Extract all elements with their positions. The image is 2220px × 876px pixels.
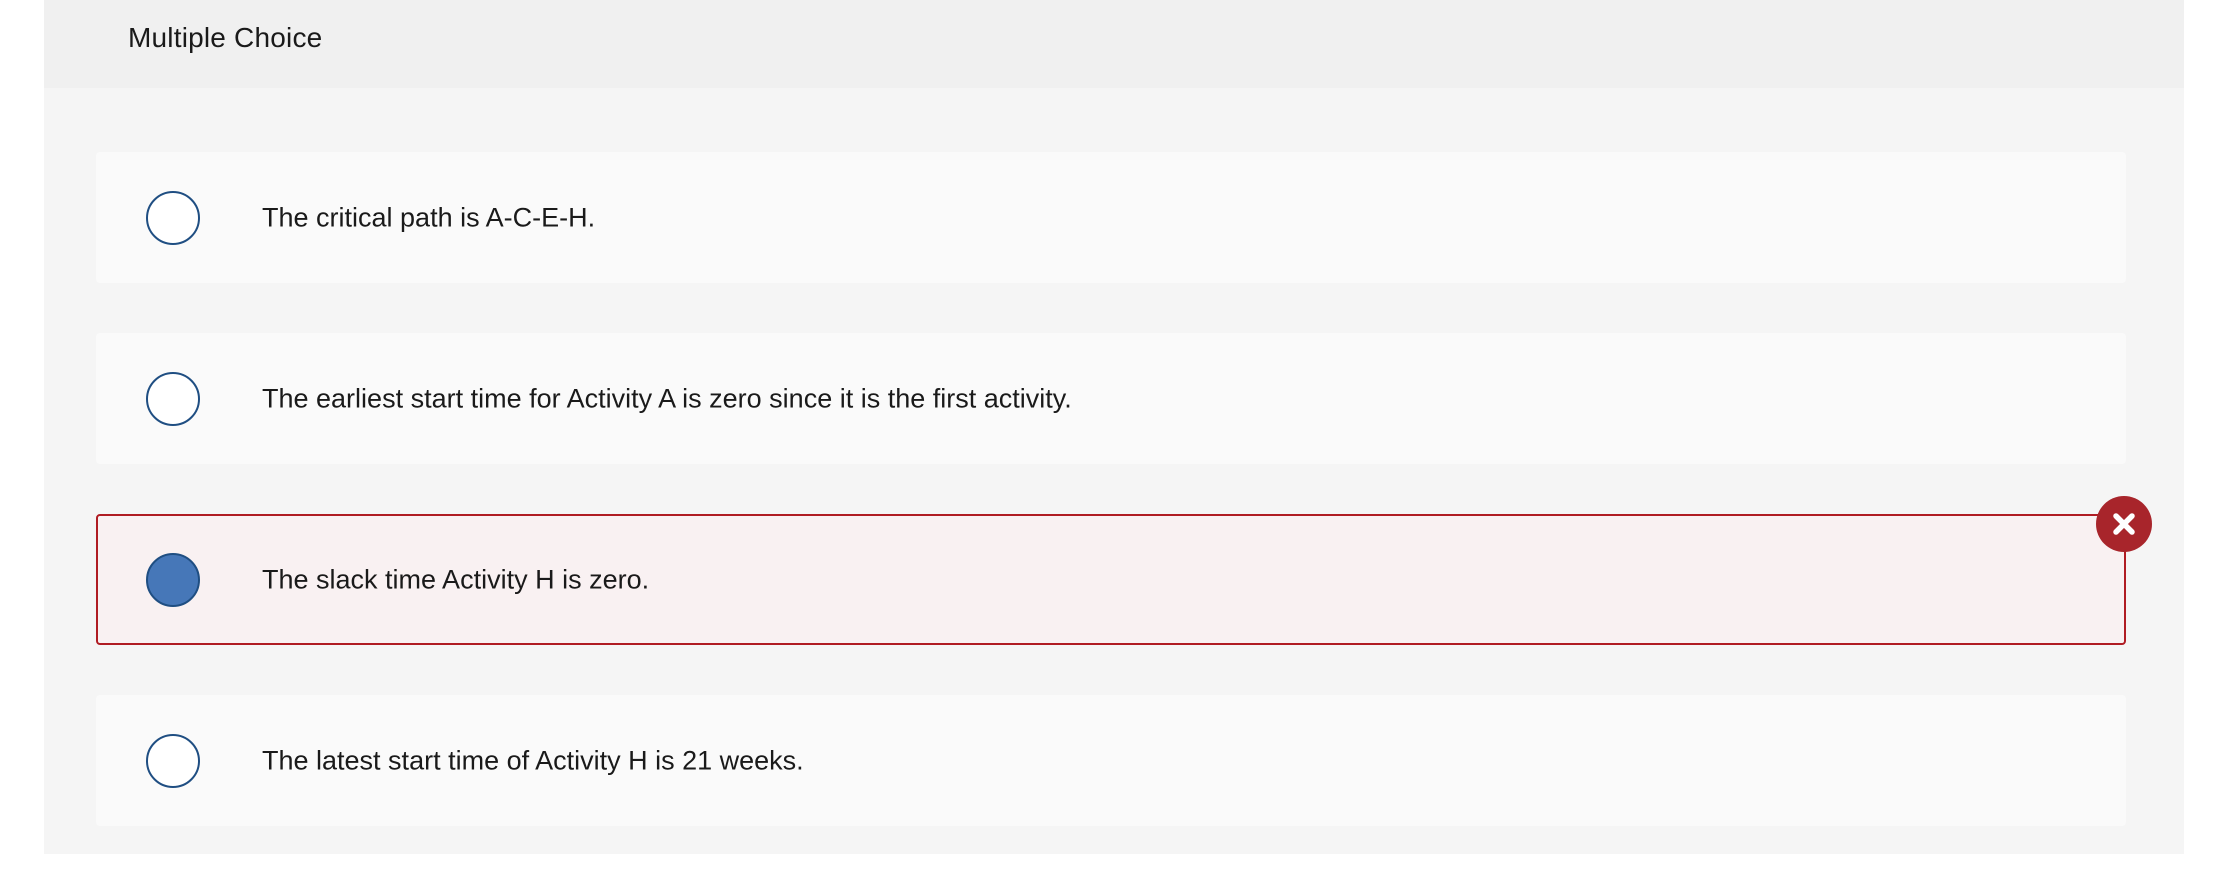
- answer-choice-3-incorrect[interactable]: The slack time Activity H is zero.: [96, 496, 2152, 645]
- radio-button-3-selected[interactable]: [146, 552, 200, 607]
- question-panel: Multiple Choice The critical path is A-C…: [44, 0, 2184, 854]
- radio-button-1[interactable]: [146, 190, 200, 245]
- question-type-title: Multiple Choice: [128, 22, 323, 53]
- x-mark-icon-glyph: [2113, 513, 2135, 535]
- answer-choice-label: The slack time Activity H is zero.: [262, 564, 650, 594]
- x-mark-icon: [2096, 496, 2152, 552]
- radio-button-2[interactable]: [146, 371, 200, 426]
- answer-choice-label: The earliest start time for Activity A i…: [262, 383, 1072, 413]
- answer-choice-1[interactable]: The critical path is A-C-E-H.: [96, 152, 2126, 283]
- answer-choices: The critical path is A-C-E-H. The earlie…: [96, 152, 2152, 876]
- radio-button-4[interactable]: [146, 733, 200, 788]
- answer-choice-label: The critical path is A-C-E-H.: [262, 202, 596, 232]
- answer-choice-label: The latest start time of Activity H is 2…: [262, 745, 804, 775]
- answer-choice-4[interactable]: The latest start time of Activity H is 2…: [96, 695, 2126, 826]
- question-header: Multiple Choice: [44, 0, 2184, 88]
- answer-choice-2[interactable]: The earliest start time for Activity A i…: [96, 333, 2126, 464]
